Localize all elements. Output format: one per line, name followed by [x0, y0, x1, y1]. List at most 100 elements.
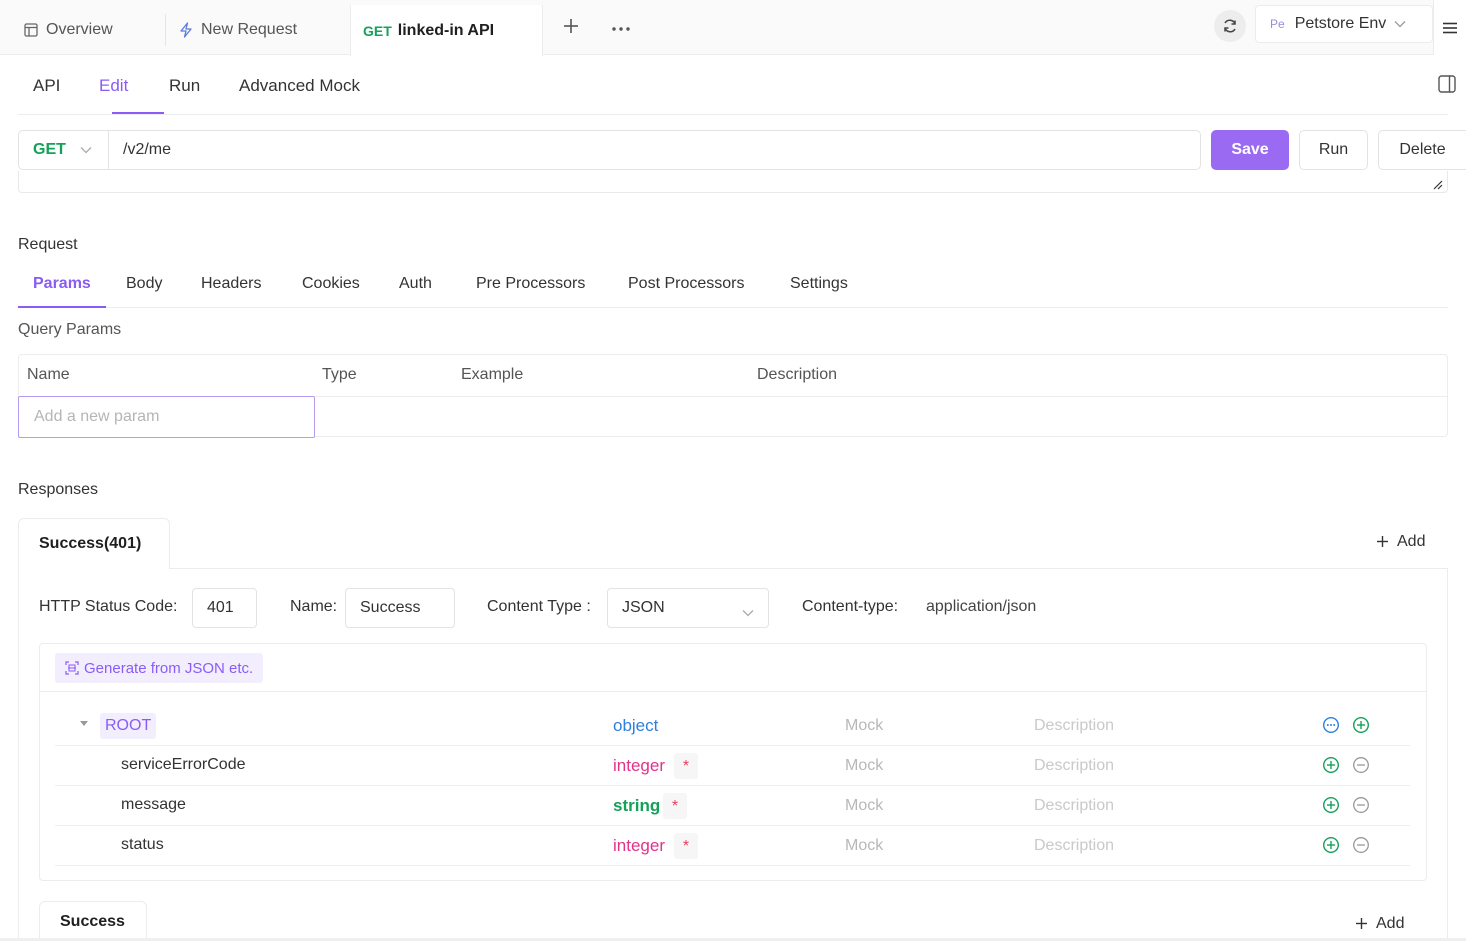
panel-toggle-button[interactable]	[1438, 75, 1458, 95]
caret-down-icon[interactable]	[80, 721, 88, 726]
delete-button[interactable]: Delete	[1378, 130, 1466, 170]
schema-divider	[40, 691, 1426, 692]
schema-field-description[interactable]: Description	[1034, 757, 1114, 775]
tab-params[interactable]: Params	[33, 262, 91, 306]
method-select-value: GET	[33, 141, 66, 158]
subtab-api[interactable]: API	[33, 56, 60, 115]
method-select[interactable]: GET	[19, 131, 109, 169]
main-menu-button[interactable]	[1433, 0, 1466, 55]
tab-headers[interactable]: Headers	[201, 262, 261, 306]
content-type-label: Content Type :	[487, 598, 591, 615]
schema-row-root: ROOT object Mock Description	[55, 706, 1410, 746]
tab-divider	[165, 14, 166, 46]
save-button[interactable]: Save	[1211, 130, 1289, 170]
tab-auth[interactable]: Auth	[399, 262, 432, 306]
tab-linkedin-api[interactable]: GET linked-in API	[350, 5, 543, 56]
response-tab-success[interactable]: Success	[39, 901, 147, 941]
column-type: Type	[322, 366, 357, 383]
schema-field-name[interactable]: serviceErrorCode	[121, 756, 245, 774]
schema-field-name[interactable]: status	[121, 836, 164, 854]
env-label: Petstore Env	[1294, 15, 1387, 32]
refresh-icon	[1224, 19, 1236, 33]
schema-field-type[interactable]: integer	[613, 756, 665, 776]
schema-row: status integer * Mock Description	[55, 826, 1410, 866]
add-response-button[interactable]: Add	[1376, 533, 1425, 551]
tab-post-processors[interactable]: Post Processors	[628, 262, 744, 306]
chevron-down-icon	[1394, 15, 1406, 33]
tab-title: linked-in API	[397, 21, 495, 39]
schema-row: message string * Mock Description	[55, 786, 1410, 826]
required-toggle[interactable]: *	[674, 833, 698, 859]
collapse-icon[interactable]	[1322, 716, 1340, 734]
generate-from-json-button[interactable]: Generate from JSON etc.	[55, 653, 264, 683]
response-name-label: Name:	[290, 598, 338, 615]
add-response-label: Add	[1397, 533, 1426, 550]
tab-overview[interactable]: Overview	[22, 5, 113, 55]
tab-body[interactable]: Body	[126, 262, 162, 306]
subtab-edit[interactable]: Edit	[99, 56, 128, 115]
column-name: Name	[27, 366, 70, 383]
request-section-title: Request	[18, 236, 78, 253]
schema-field-type[interactable]: string	[613, 796, 660, 816]
schema-editor: Generate from JSON etc. ROOT object Mock…	[39, 643, 1427, 881]
run-button[interactable]: Run	[1299, 130, 1368, 170]
status-code-label: HTTP Status Code:	[39, 598, 178, 615]
more-tabs-button[interactable]	[608, 16, 634, 38]
add-response-button[interactable]: Add	[1355, 915, 1404, 933]
remove-field-icon[interactable]	[1352, 836, 1370, 854]
api-description-textarea[interactable]	[18, 171, 1448, 193]
bolt-icon	[177, 21, 195, 39]
tab-pre-processors[interactable]: Pre Processors	[476, 262, 585, 306]
schema-field-type[interactable]: integer	[613, 836, 665, 856]
add-param-input[interactable]	[18, 396, 315, 438]
response-name-input[interactable]: Success	[345, 588, 455, 628]
required-toggle[interactable]: *	[674, 753, 698, 779]
plus-icon	[1376, 533, 1389, 551]
schema-field-description[interactable]: Description	[1034, 797, 1114, 815]
tab-cookies[interactable]: Cookies	[302, 262, 360, 306]
tab-settings[interactable]: Settings	[790, 262, 848, 306]
content-type-header-value: application/json	[926, 598, 1037, 615]
content-type-value: JSON	[622, 599, 665, 616]
schema-field-name[interactable]: ROOT	[100, 713, 157, 739]
schema-field-mock[interactable]: Mock	[845, 717, 883, 735]
new-tab-button[interactable]	[560, 17, 582, 39]
add-field-icon[interactable]	[1322, 836, 1340, 854]
tab-new-request[interactable]: New Request	[177, 5, 297, 55]
refresh-button[interactable]	[1214, 10, 1246, 42]
column-example: Example	[461, 366, 524, 383]
schema-field-mock[interactable]: Mock	[845, 757, 883, 775]
required-toggle[interactable]: *	[663, 793, 687, 819]
chevron-down-icon	[742, 604, 754, 622]
remove-field-icon[interactable]	[1352, 796, 1370, 814]
resize-handle-icon[interactable]	[1433, 180, 1443, 190]
subtab-run[interactable]: Run	[169, 56, 200, 115]
add-field-icon[interactable]	[1322, 796, 1340, 814]
top-tab-bar: Overview New Request GET linked-in API P…	[0, 0, 1466, 56]
schema-row: serviceErrorCode integer * Mock Descript…	[55, 746, 1410, 786]
layout-icon	[22, 21, 40, 39]
remove-field-icon[interactable]	[1352, 756, 1370, 774]
schema-field-description[interactable]: Description	[1034, 717, 1114, 735]
chevron-down-icon	[80, 141, 92, 159]
schema-field-type[interactable]: object	[613, 716, 658, 736]
query-params-title: Query Params	[18, 321, 122, 338]
scan-icon	[65, 661, 79, 675]
schema-field-mock[interactable]: Mock	[845, 797, 883, 815]
generate-from-json-label: Generate from JSON etc.	[84, 659, 254, 677]
environment-select[interactable]: Pe Petstore Env	[1255, 5, 1433, 43]
response-tab-success-401[interactable]: Success(401)	[18, 518, 170, 569]
schema-field-description[interactable]: Description	[1034, 837, 1114, 855]
content-type-select[interactable]: JSON	[607, 588, 769, 628]
schema-field-name[interactable]: message	[121, 796, 186, 814]
url-bar: GET	[18, 130, 1201, 170]
tab-new-request-label: New Request	[201, 21, 298, 38]
subtab-advanced-mock[interactable]: Advanced Mock	[239, 56, 360, 115]
schema-field-mock[interactable]: Mock	[845, 837, 883, 855]
add-field-icon[interactable]	[1322, 756, 1340, 774]
url-input[interactable]	[109, 131, 1200, 169]
add-child-field-icon[interactable]	[1352, 716, 1370, 734]
plus-icon	[1355, 915, 1368, 933]
status-code-input[interactable]: 401	[192, 588, 257, 628]
tab-overview-label: Overview	[46, 21, 113, 38]
